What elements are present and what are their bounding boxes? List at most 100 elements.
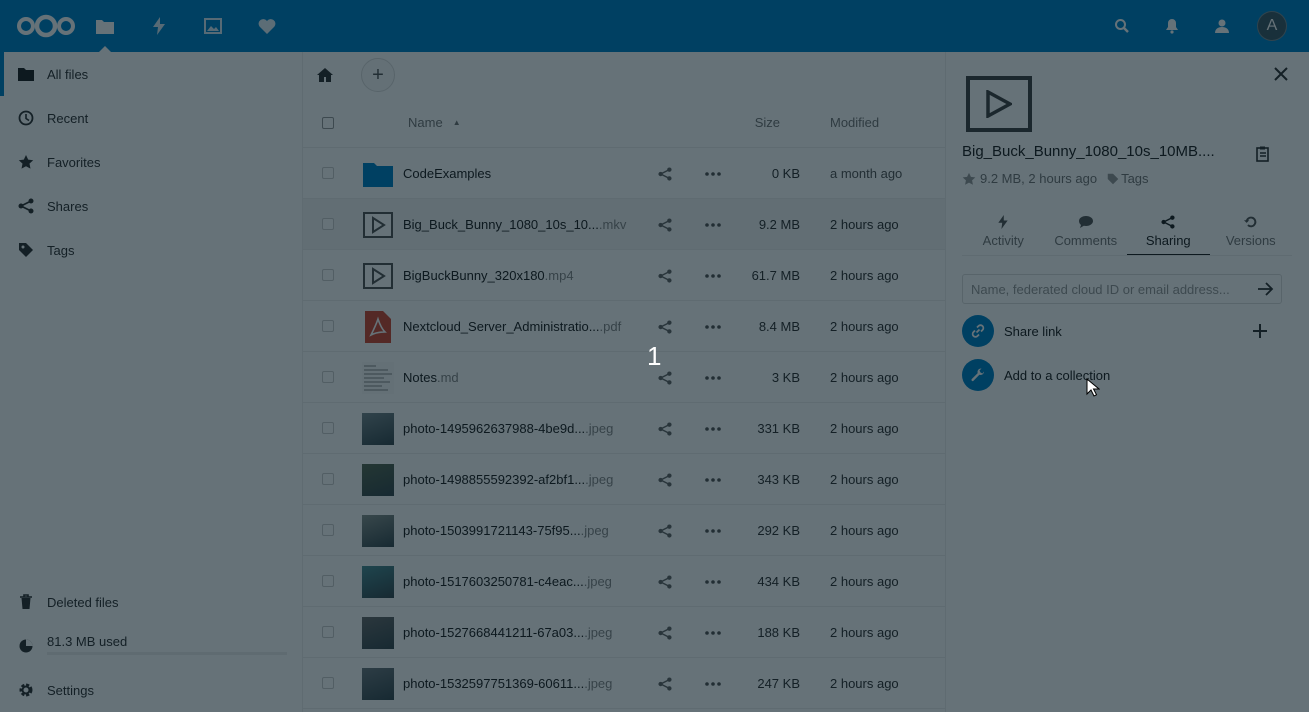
favorites-app-icon[interactable] bbox=[240, 0, 294, 52]
share-icon[interactable] bbox=[656, 318, 674, 336]
file-name[interactable]: Nextcloud_Server_Administratio....pdf bbox=[403, 301, 621, 352]
row-checkbox[interactable] bbox=[322, 167, 334, 179]
nav-item-recent[interactable]: Recent bbox=[0, 96, 302, 140]
file-size: 331 KB bbox=[757, 421, 800, 436]
share-icon[interactable] bbox=[656, 471, 674, 489]
file-name[interactable]: photo-1495962637988-4be9d....jpeg bbox=[403, 403, 613, 454]
share-icon[interactable] bbox=[656, 522, 674, 540]
nav-item-deleted-files[interactable]: Deleted files bbox=[0, 580, 302, 624]
tab-activity[interactable]: Activity bbox=[962, 208, 1045, 255]
more-actions-icon[interactable] bbox=[703, 369, 723, 387]
notifications-bell-icon[interactable] bbox=[1147, 0, 1197, 52]
select-all-checkbox[interactable] bbox=[322, 117, 334, 129]
file-name[interactable]: BigBuckBunny_320x180.mp4 bbox=[403, 250, 574, 301]
share-link-row[interactable]: Share link bbox=[962, 315, 1282, 347]
search-icon[interactable] bbox=[1097, 0, 1147, 52]
nextcloud-logo[interactable] bbox=[14, 0, 78, 52]
more-actions-icon[interactable] bbox=[703, 522, 723, 540]
file-name[interactable]: photo-1517603250781-c4eac....jpeg bbox=[403, 556, 612, 607]
file-name[interactable]: photo-1503991721143-75f95....jpeg bbox=[403, 505, 609, 556]
share-with-input[interactable] bbox=[962, 274, 1282, 304]
table-row[interactable]: CodeExamples 0 KB a month ago bbox=[303, 148, 945, 199]
close-icon[interactable] bbox=[1273, 66, 1289, 82]
row-checkbox[interactable] bbox=[322, 269, 334, 281]
contacts-icon[interactable] bbox=[1197, 0, 1247, 52]
video-preview-icon bbox=[966, 76, 1032, 132]
share-icon[interactable] bbox=[656, 267, 674, 285]
table-row[interactable]: photo-1503991721143-75f95....jpeg 292 KB 2… bbox=[303, 505, 945, 556]
file-name[interactable]: Notes.md bbox=[403, 352, 459, 403]
table-row[interactable]: photo-1495962637988-4be9d....jpeg 331 KB 2… bbox=[303, 403, 945, 454]
files-app-icon[interactable] bbox=[78, 0, 132, 52]
sort-by-size[interactable]: Size bbox=[755, 115, 780, 130]
nav-item-quota[interactable]: 81.3 MB used bbox=[0, 624, 302, 668]
nav-item-shares[interactable]: Shares bbox=[0, 184, 302, 228]
sort-by-modified[interactable]: Modified bbox=[830, 115, 879, 130]
nav-item-label: Settings bbox=[47, 682, 94, 698]
row-checkbox[interactable] bbox=[322, 575, 334, 587]
nav-item-label: All files bbox=[47, 66, 89, 82]
table-row[interactable]: Big_Buck_Bunny_1080_10s_10....mkv 9.2 MB 2… bbox=[303, 199, 945, 250]
favorite-star-icon[interactable] bbox=[962, 172, 976, 186]
nav-item-favorites[interactable]: Favorites bbox=[0, 140, 302, 184]
tags-link[interactable]: Tags bbox=[1121, 171, 1148, 186]
more-actions-icon[interactable] bbox=[703, 318, 723, 336]
tab-versions[interactable]: Versions bbox=[1210, 208, 1293, 255]
nav-item-settings[interactable]: Settings bbox=[0, 668, 302, 712]
history-icon bbox=[1243, 215, 1258, 229]
nav-item-tags[interactable]: Tags bbox=[0, 228, 302, 272]
new-file-button[interactable]: + bbox=[361, 58, 395, 92]
file-name[interactable]: Big_Buck_Bunny_1080_10s_10....mkv bbox=[403, 199, 626, 250]
activity-app-icon[interactable] bbox=[132, 0, 186, 52]
table-row[interactable]: BigBuckBunny_320x180.mp4 61.7 MB 2 hours a… bbox=[303, 250, 945, 301]
more-actions-icon[interactable] bbox=[703, 216, 723, 234]
share-icon[interactable] bbox=[656, 624, 674, 642]
row-checkbox[interactable] bbox=[322, 320, 334, 332]
more-actions-icon[interactable] bbox=[703, 624, 723, 642]
tag-icon[interactable] bbox=[1107, 173, 1119, 185]
file-name[interactable]: photo-1527668441211-67a03....jpeg bbox=[403, 607, 612, 658]
row-checkbox[interactable] bbox=[322, 422, 334, 434]
add-share-link-icon[interactable] bbox=[1252, 323, 1268, 339]
home-icon[interactable] bbox=[315, 65, 335, 85]
table-row[interactable]: Nextcloud_Server_Administratio....pdf 8.4… bbox=[303, 301, 945, 352]
table-row[interactable]: Notes.md 3 KB 2 hours ago bbox=[303, 352, 945, 403]
more-actions-icon[interactable] bbox=[703, 471, 723, 489]
table-row[interactable]: photo-1498855592392-af2bf1....jpeg 343 KB… bbox=[303, 454, 945, 505]
sort-by-name[interactable]: Name ▲ bbox=[408, 115, 461, 130]
file-basename: photo-1532597751369-60611... bbox=[403, 676, 585, 691]
table-row[interactable]: photo-1532597751369-60611....jpeg 247 KB 2… bbox=[303, 658, 945, 709]
share-icon[interactable] bbox=[656, 165, 674, 183]
row-checkbox[interactable] bbox=[322, 371, 334, 383]
more-actions-icon[interactable] bbox=[703, 420, 723, 438]
share-icon[interactable] bbox=[656, 369, 674, 387]
add-to-collection-row[interactable]: Add to a collection bbox=[962, 359, 1282, 391]
row-checkbox[interactable] bbox=[322, 473, 334, 485]
table-row[interactable]: photo-1527668441211-67a03....jpeg 188 KB 2… bbox=[303, 607, 945, 658]
copy-link-icon[interactable] bbox=[1254, 145, 1272, 163]
row-checkbox[interactable] bbox=[322, 218, 334, 230]
row-checkbox[interactable] bbox=[322, 626, 334, 638]
user-menu[interactable]: A bbox=[1247, 0, 1297, 52]
image-thumbnail bbox=[362, 566, 394, 598]
share-icon[interactable] bbox=[656, 675, 674, 693]
share-icon[interactable] bbox=[656, 420, 674, 438]
more-actions-icon[interactable] bbox=[703, 165, 723, 183]
more-actions-icon[interactable] bbox=[703, 573, 723, 591]
tab-comments[interactable]: Comments bbox=[1045, 208, 1128, 255]
arrow-right-icon[interactable] bbox=[1258, 281, 1274, 297]
table-row[interactable]: photo-1517603250781-c4eac....jpeg 434 KB 2… bbox=[303, 556, 945, 607]
share-icon[interactable] bbox=[656, 216, 674, 234]
row-checkbox[interactable] bbox=[322, 677, 334, 689]
tab-sharing[interactable]: Sharing bbox=[1127, 208, 1210, 255]
share-icon[interactable] bbox=[656, 573, 674, 591]
file-name[interactable]: photo-1532597751369-60611....jpeg bbox=[403, 658, 612, 709]
row-checkbox[interactable] bbox=[322, 524, 334, 536]
file-name[interactable]: photo-1498855592392-af2bf1....jpeg bbox=[403, 454, 613, 505]
more-actions-icon[interactable] bbox=[703, 675, 723, 693]
file-name[interactable]: CodeExamples bbox=[403, 148, 491, 199]
file-modified: a month ago bbox=[830, 166, 903, 181]
nav-item-all-files[interactable]: All files bbox=[0, 52, 302, 96]
gallery-app-icon[interactable] bbox=[186, 0, 240, 52]
more-actions-icon[interactable] bbox=[703, 267, 723, 285]
